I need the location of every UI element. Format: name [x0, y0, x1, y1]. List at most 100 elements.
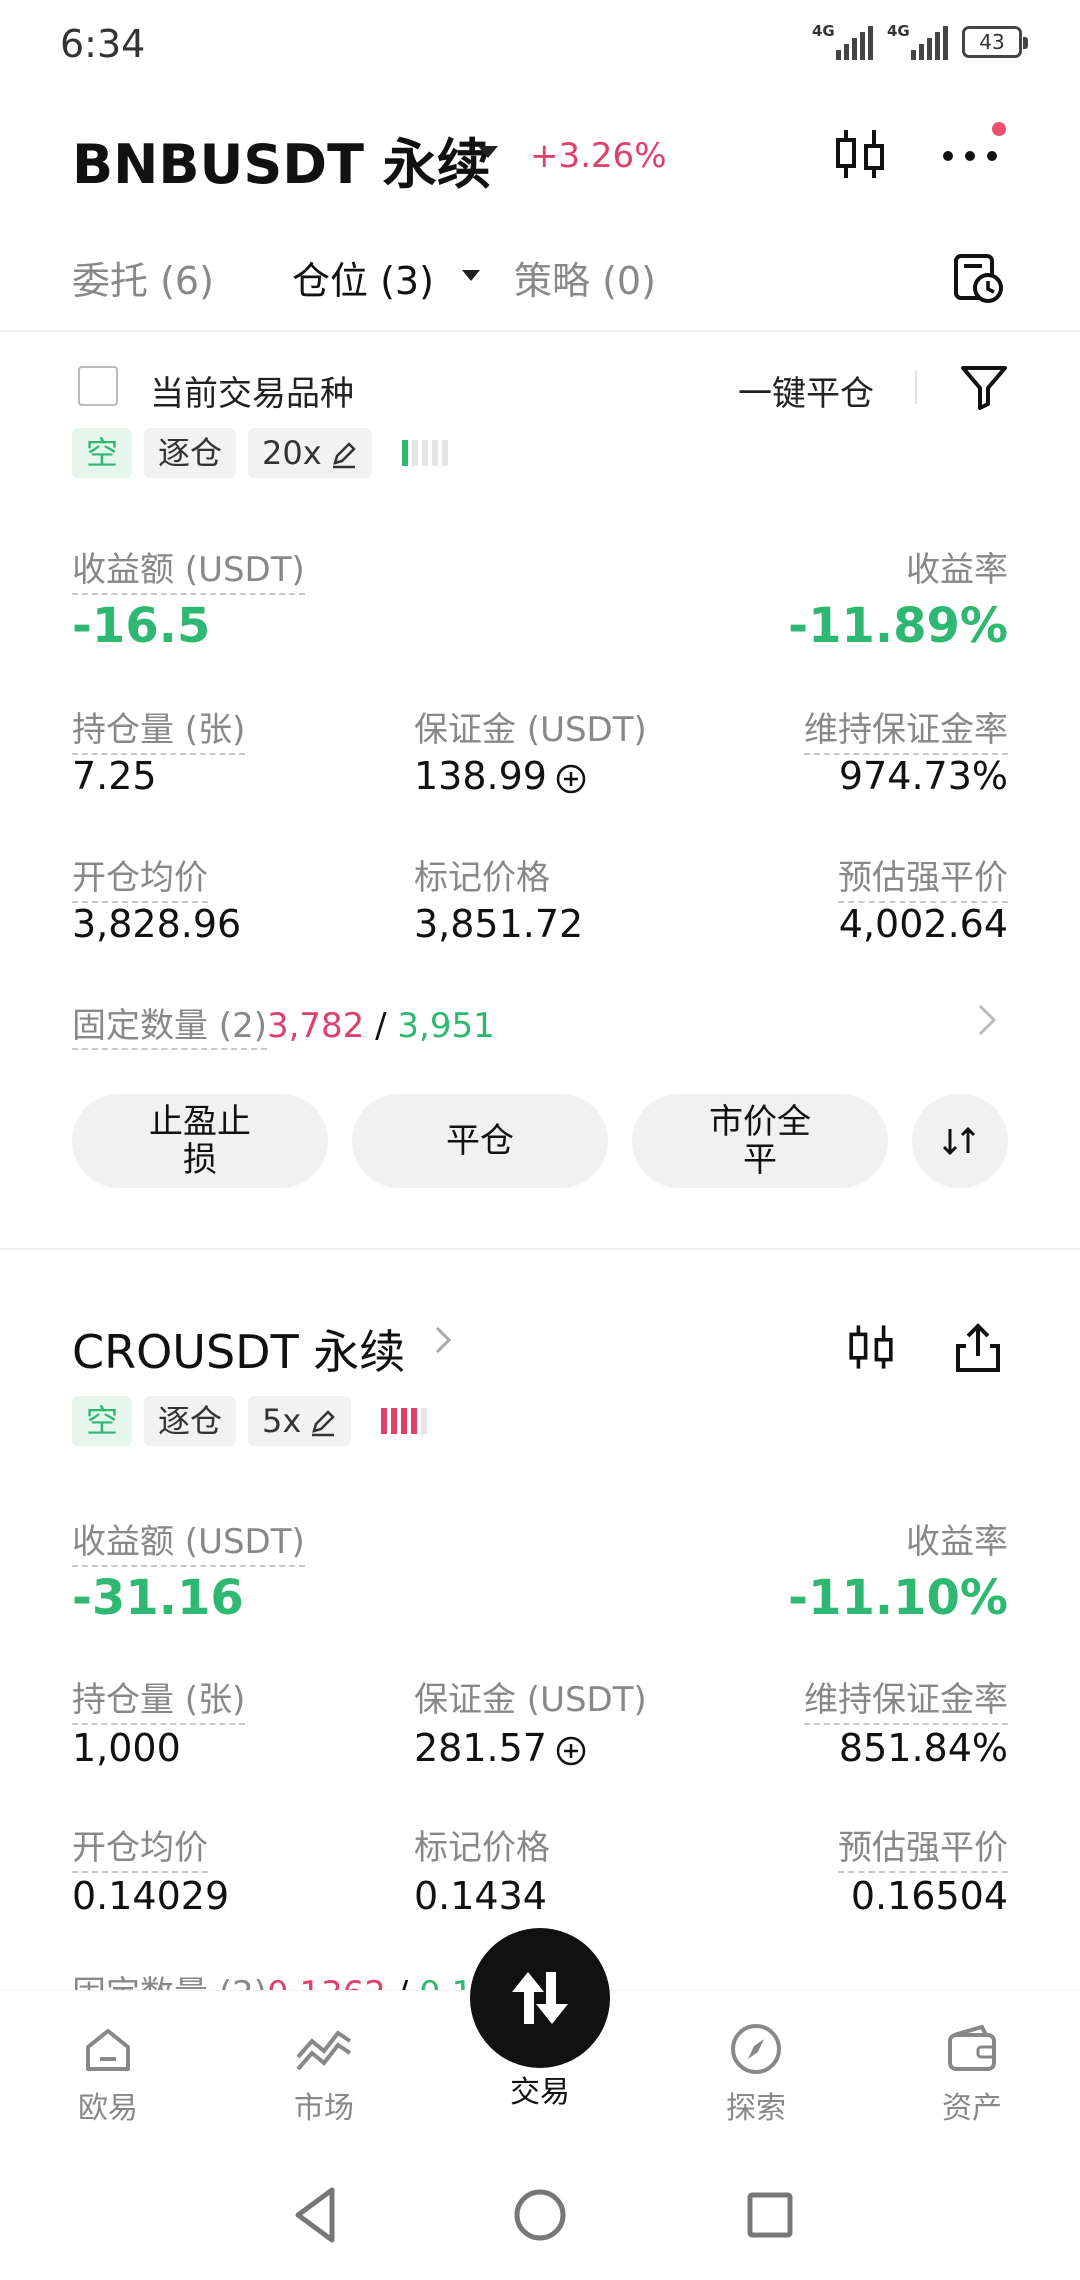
tpsl-button[interactable]: 止盈止损 [72, 1094, 328, 1188]
close-position-button[interactable]: 平仓 [352, 1094, 608, 1188]
margin-mode-tag: 逐仓 [144, 1396, 237, 1446]
tp-price: 3,782 [266, 1006, 365, 1046]
sl-price: 3,951 [397, 1006, 495, 1046]
margin-mode-tag: 逐仓 [144, 428, 237, 478]
market-chart-icon [296, 2030, 352, 2071]
system-back-icon[interactable] [286, 2180, 346, 2250]
tab-orders[interactable]: 委托 (6) [72, 250, 214, 305]
margin-value: 281.57 [414, 1726, 547, 1770]
edit-icon[interactable] [309, 1409, 337, 1437]
current-instrument-label: 当前交易品种 [150, 374, 354, 414]
nav-trade[interactable]: 交易 [470, 2067, 610, 2111]
position2-title[interactable]: CROUSDT 永续 [72, 1316, 405, 1382]
nav-home-label: 欧易 [78, 2091, 138, 2126]
mark-price-value: 0.1434 [414, 1874, 547, 1918]
pnl-rate-label: 收益率 [906, 1522, 1008, 1562]
trade-swap-icon [512, 1972, 568, 2024]
status-icons: 4G 4G 43 [812, 22, 1028, 60]
nav-market-label: 市场 [294, 2091, 354, 2126]
candlestick-chart-icon[interactable] [830, 124, 890, 184]
system-home-icon[interactable] [510, 2180, 570, 2250]
size-value: 7.25 [72, 754, 157, 798]
card-divider [0, 1248, 1080, 1250]
market-close-button[interactable]: 市价全平 [632, 1094, 888, 1188]
side-tag: 空 [72, 428, 133, 478]
entry-price-label: 开仓均价 [72, 1820, 208, 1873]
tab-strategies[interactable]: 策略 (0) [514, 250, 656, 305]
reverse-position-button[interactable] [912, 1094, 1008, 1188]
notification-dot [992, 122, 1006, 136]
nav-explore[interactable]: 探索 [686, 2021, 826, 2127]
mark-price-label: 标记价格 [414, 858, 550, 898]
history-icon[interactable] [950, 248, 1006, 304]
pnl-rate-value: -11.89% [788, 598, 1008, 654]
signal-icon-2: 4G [887, 22, 948, 60]
position1-tags: 空 逐仓 20x [72, 428, 448, 478]
size-value: 1,000 [72, 1726, 181, 1770]
close-position-label: 平仓 [446, 1121, 514, 1161]
filter-separator [915, 370, 917, 404]
liq-price-value: 0.16504 [850, 1874, 1008, 1918]
leverage-tag[interactable]: 5x [248, 1396, 352, 1446]
system-recents-icon[interactable] [740, 2180, 800, 2250]
swap-arrows-icon [942, 1126, 976, 1156]
leverage-tag[interactable]: 20x [248, 428, 372, 478]
margin-value-wrap: 281.57 [414, 1726, 587, 1770]
battery-icon: 43 [962, 26, 1028, 58]
pnl-rate-label: 收益率 [906, 550, 1008, 590]
current-instrument-checkbox[interactable] [78, 366, 118, 406]
size-label: 持仓量 (张) [72, 1672, 246, 1725]
entry-price-value: 3,828.96 [72, 902, 242, 946]
instrument-title[interactable]: BNBUSDT 永续 [72, 120, 491, 199]
mmr-label: 维持保证金率 [804, 1672, 1008, 1725]
pnl-label: 收益额 (USDT) [72, 1514, 305, 1567]
filter-icon[interactable] [958, 360, 1010, 412]
liq-price-label: 预估强平价 [838, 1820, 1008, 1873]
risk-level-bars [401, 440, 448, 466]
mmr-value: 974.73% [838, 754, 1008, 798]
signal-label-2: 4G [887, 22, 910, 40]
side-tag: 空 [72, 1396, 133, 1446]
tabs-divider [0, 330, 1080, 332]
home-icon [86, 2029, 130, 2071]
nav-trade-label: 交易 [510, 2075, 570, 2110]
add-margin-icon[interactable] [555, 1735, 587, 1767]
pnl-value: -31.16 [72, 1570, 244, 1626]
share-icon[interactable] [952, 1320, 1004, 1376]
tab-positions[interactable]: 仓位 (3) [292, 250, 434, 305]
instrument-dropdown-icon[interactable] [478, 146, 498, 158]
nav-assets-label: 资产 [942, 2091, 1002, 2126]
tpsl-button-label: 止盈止损 [149, 1102, 251, 1180]
nav-home[interactable]: 欧易 [38, 2021, 178, 2127]
mmr-label: 维持保证金率 [804, 702, 1008, 755]
candlestick-chart-icon[interactable] [844, 1320, 898, 1374]
positions-dropdown-icon[interactable] [462, 270, 480, 281]
nav-market[interactable]: 市场 [254, 2021, 394, 2127]
fixed-qty-label: 固定数量 (2) [72, 1006, 267, 1050]
leverage-value: 20x [262, 434, 322, 472]
edit-icon[interactable] [330, 441, 358, 469]
chevron-right-icon[interactable] [976, 1000, 998, 1040]
mmr-value: 851.84% [838, 1726, 1008, 1770]
tpsl-row[interactable]: 固定数量 (2)3,782 / 3,951 [72, 998, 495, 1050]
margin-value: 138.99 [414, 754, 547, 798]
more-icon[interactable] [940, 128, 1000, 178]
compass-icon [731, 2024, 781, 2074]
nav-assets[interactable]: 资产 [902, 2021, 1042, 2127]
size-label: 持仓量 (张) [72, 702, 246, 755]
close-all-button[interactable]: 一键平仓 [738, 366, 874, 415]
margin-label: 保证金 (USDT) [414, 710, 647, 750]
trade-fab-button[interactable] [470, 1928, 610, 2068]
market-close-label: 市价全平 [709, 1102, 811, 1180]
entry-price-label: 开仓均价 [72, 850, 208, 903]
mark-price-label: 标记价格 [414, 1828, 550, 1868]
tpsl-separator: / [364, 1006, 398, 1046]
signal-label: 4G [812, 22, 835, 40]
add-margin-icon[interactable] [555, 763, 587, 795]
chevron-right-icon[interactable] [434, 1322, 452, 1358]
pnl-label: 收益额 (USDT) [72, 542, 305, 595]
margin-value-wrap: 138.99 [414, 754, 587, 798]
signal-icon: 4G [812, 22, 873, 60]
leverage-value: 5x [262, 1402, 302, 1440]
risk-level-bars [381, 1408, 428, 1434]
